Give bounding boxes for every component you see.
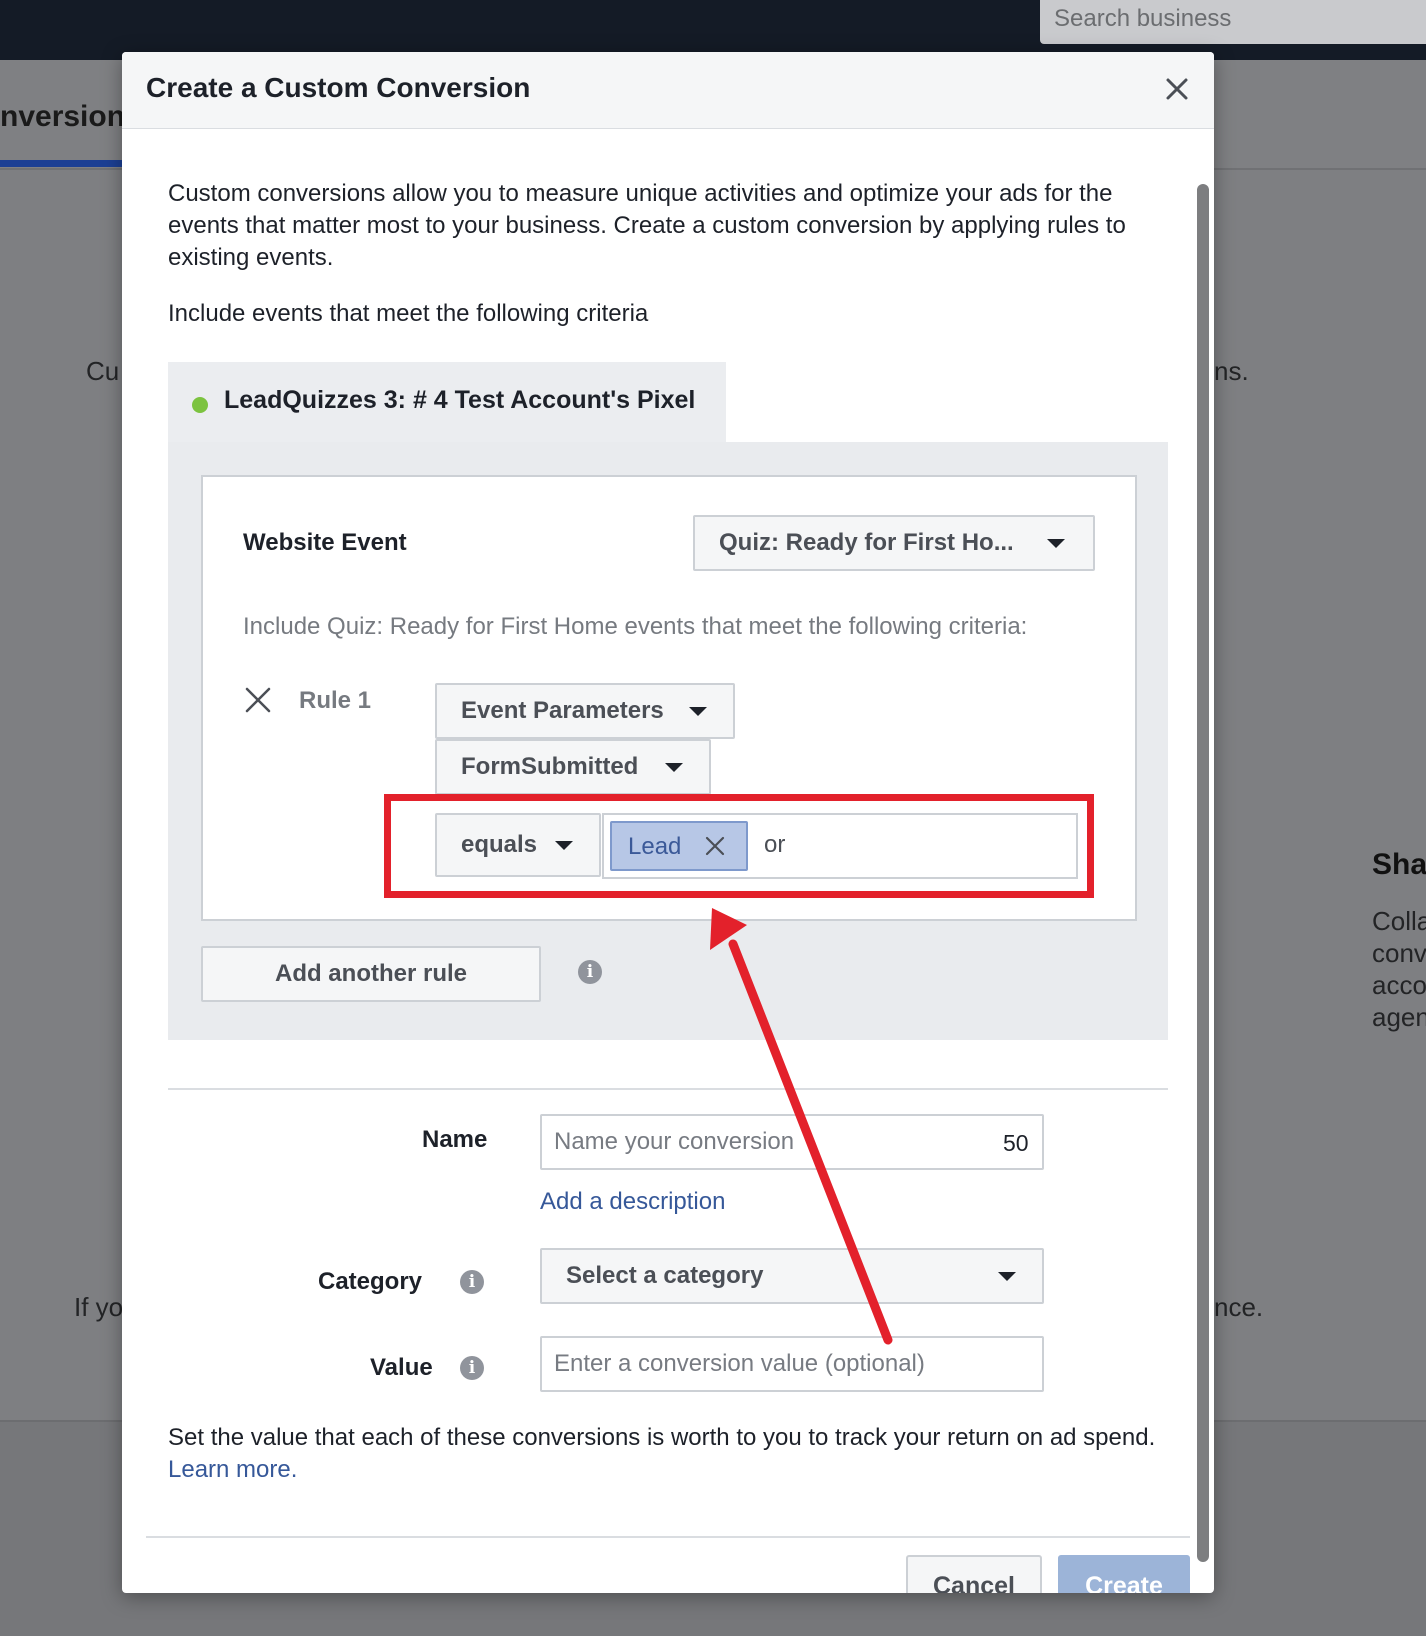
background-text-fragment: agen — [1372, 1002, 1426, 1032]
background-text-fragment: acco — [1372, 970, 1426, 1000]
highlight-annotation — [384, 794, 1094, 898]
background-text-fragment: nce. — [1214, 1292, 1264, 1322]
background-text-fragment: ns. — [1214, 356, 1249, 386]
active-tab-underline — [0, 160, 124, 167]
background-heading-fragment: Sha — [1372, 848, 1426, 881]
cancel-button[interactable]: Cancel — [906, 1555, 1042, 1593]
background-text-fragment: If yo — [74, 1292, 124, 1322]
background-text-fragment: Cu — [86, 356, 120, 386]
tab-custom-conversions[interactable]: nversions — [0, 100, 142, 134]
create-button[interactable]: Create — [1058, 1555, 1190, 1593]
background-text-fragment: Colla — [1372, 906, 1426, 936]
background-text-fragment: conv — [1372, 938, 1426, 968]
